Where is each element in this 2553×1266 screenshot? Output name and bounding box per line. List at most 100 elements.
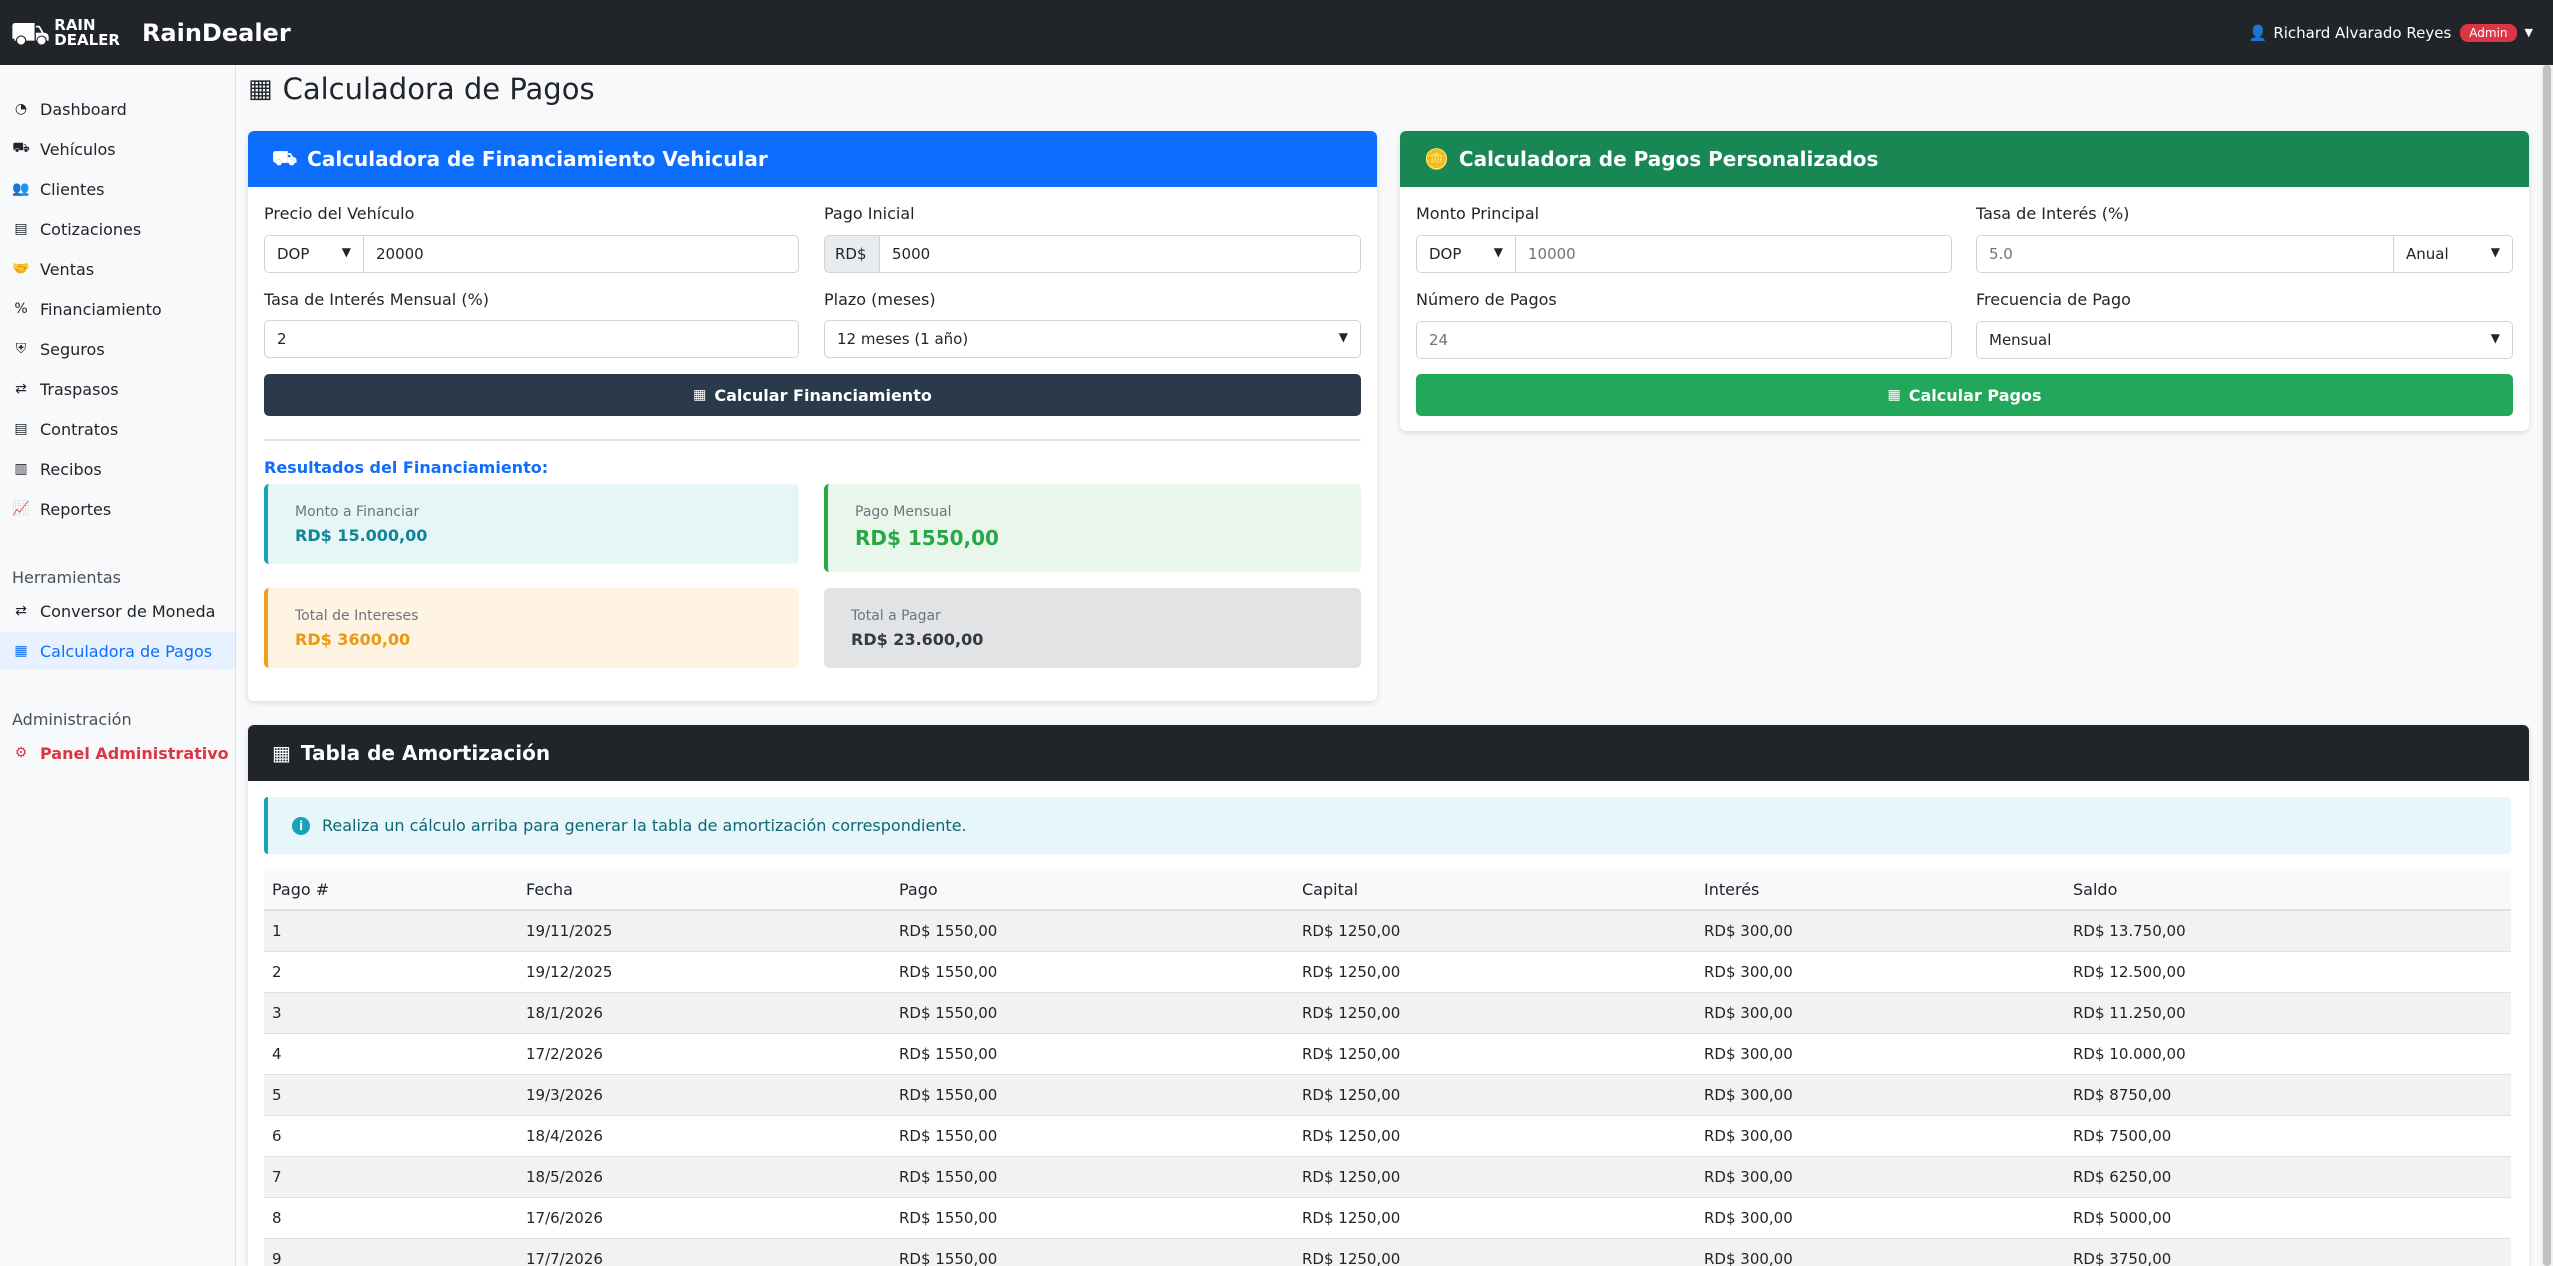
capital-cell: RD$ 1250,00 [1294, 1115, 1696, 1157]
rate-period-select[interactable]: Anual ▼ [2393, 235, 2513, 273]
price-input[interactable]: 20000 [363, 235, 799, 273]
capital-cell: RD$ 1250,00 [1294, 951, 1696, 993]
user-icon: 👤 [2248, 23, 2268, 42]
calculate-financing-button[interactable]: ▦ Calcular Financiamiento [264, 374, 1361, 416]
number-of-payments-input[interactable]: 24 [1416, 321, 1952, 359]
brand-logo: ⛟ RAIN DEALER [10, 17, 120, 49]
interest-cell: RD$ 300,00 [1696, 1197, 2065, 1239]
coins-icon: 🪙 [1424, 147, 1449, 171]
info-alert: i Realiza un cálculo arriba para generar… [264, 797, 2511, 854]
sidebar-item-seguros[interactable]: ⛨ Seguros [0, 330, 235, 368]
amount-to-finance-value: RD$ 15.000,00 [295, 526, 428, 545]
calculate-payments-button[interactable]: ▦ Calcular Pagos [1416, 374, 2513, 416]
principal-currency-select[interactable]: DOP ▼ [1416, 235, 1516, 273]
sidebar-item-vehiculos[interactable]: ⛟ Vehículos [0, 130, 235, 168]
date-cell: 17/6/2026 [518, 1197, 891, 1239]
column-header: Capital [1294, 869, 1696, 911]
admin-badge: Admin [2460, 23, 2517, 42]
shield-icon: ⛨ [15, 341, 27, 357]
scrollbar-thumb[interactable] [2543, 65, 2551, 1266]
exchange-icon: ⇄ [15, 603, 27, 619]
column-header: Interés [1696, 869, 2065, 911]
date-cell: 19/11/2025 [518, 910, 891, 952]
chevron-down-icon: ▼ [1338, 330, 1348, 344]
caret-down-icon: ▼ [2524, 26, 2533, 39]
balance-cell: RD$ 8750,00 [2065, 1074, 2511, 1116]
user-menu[interactable]: 👤 Richard Alvarado Reyes Admin ▼ [2249, 0, 2533, 65]
table-row: 5 19/3/2026 RD$ 1550,00 RD$ 1250,00 RD$ 300,… [264, 1074, 2511, 1116]
users-icon: 👥 [12, 181, 30, 197]
sidebar-item-financiamiento[interactable]: % Financiamiento [0, 290, 235, 328]
payment-number-cell: 3 [264, 992, 518, 1034]
sidebar-item-reportes[interactable]: 📈 Reportes [0, 490, 235, 528]
table-icon: ▦ [272, 741, 291, 765]
sidebar-item-clientes[interactable]: 👥 Clientes [0, 170, 235, 208]
sidebar-item-calculadora[interactable]: ▦ Calculadora de Pagos [0, 632, 235, 670]
payment-number-cell: 8 [264, 1197, 518, 1239]
custom-payments-header: 🪙 Calculadora de Pagos Personalizados [1400, 131, 2529, 187]
table-row: 1 19/11/2025 RD$ 1550,00 RD$ 1250,00 RD$ 300… [264, 910, 2511, 952]
receipt-icon: ▥ [14, 461, 28, 477]
chart-line-icon: 📈 [12, 501, 30, 517]
sidebar-item-conversor[interactable]: ⇄ Conversor de Moneda [0, 592, 235, 630]
column-header: Pago [891, 869, 1294, 911]
balance-cell: RD$ 11.250,00 [2065, 992, 2511, 1034]
logo-text: RAIN DEALER [54, 15, 120, 49]
price-label: Precio del Vehículo [264, 204, 415, 223]
down-payment-label: Pago Inicial [824, 204, 915, 223]
sidebar-item-contratos[interactable]: ▤ Contratos [0, 410, 235, 448]
vehicle-financing-card: ⛟ Calculadora de Financiamiento Vehicula… [248, 131, 1377, 701]
total-to-pay-value: RD$ 23.600,00 [851, 630, 984, 649]
monthly-rate-label: Tasa de Interés Mensual (%) [264, 290, 489, 309]
calculator-icon: ▦ [14, 643, 28, 659]
payment-cell: RD$ 1550,00 [891, 951, 1294, 993]
sidebar-item-recibos[interactable]: ▥ Recibos [0, 450, 235, 488]
down-payment-input[interactable]: 5000 [879, 235, 1361, 273]
payment-frequency-select[interactable]: Mensual ▼ [1976, 321, 2513, 359]
monthly-payment-label: Pago Mensual [855, 504, 952, 520]
monthly-rate-input[interactable]: 2 [264, 320, 799, 358]
brand-name[interactable]: RainDealer [142, 19, 291, 47]
sidebar-item-dashboard[interactable]: ◔ Dashboard [0, 90, 235, 128]
capital-cell: RD$ 1250,00 [1294, 1156, 1696, 1198]
user-gear-icon: ⚙ [14, 745, 28, 761]
balance-cell: RD$ 6250,00 [2065, 1156, 2511, 1198]
term-select[interactable]: 12 meses (1 año) ▼ [824, 320, 1361, 358]
sidebar-item-ventas[interactable]: 🤝 Ventas [0, 250, 235, 288]
sidebar-item-panel-admin[interactable]: ⚙ Panel Administrativo [0, 734, 235, 772]
calculator-icon: ▦ [248, 74, 273, 104]
table-row: 3 18/1/2026 RD$ 1550,00 RD$ 1250,00 RD$ 300,… [264, 992, 2511, 1034]
sidebar-item-traspasos[interactable]: ⇄ Traspasos [0, 370, 235, 408]
table-row: 8 17/6/2026 RD$ 1550,00 RD$ 1250,00 RD$ 300,… [264, 1197, 2511, 1239]
amortization-body: 1 19/11/2025 RD$ 1550,00 RD$ 1250,00 RD$ 300… [264, 910, 2511, 1266]
payment-cell: RD$ 1550,00 [891, 1033, 1294, 1075]
total-to-pay-box: Total a Pagar RD$ 23.600,00 [824, 588, 1361, 668]
date-cell: 18/5/2026 [518, 1156, 891, 1198]
results-title: Resultados del Financiamiento: [264, 458, 549, 477]
price-currency-select[interactable]: DOP ▼ [264, 235, 364, 273]
sidebar-item-cotizaciones[interactable]: ▤ Cotizaciones [0, 210, 235, 248]
payment-number-cell: 1 [264, 910, 518, 952]
payment-number-cell: 7 [264, 1156, 518, 1198]
payment-number-cell: 9 [264, 1238, 518, 1266]
interest-cell: RD$ 300,00 [1696, 1238, 2065, 1266]
interest-cell: RD$ 300,00 [1696, 951, 2065, 993]
payment-cell: RD$ 1550,00 [891, 910, 1294, 952]
monthly-payment-box: Pago Mensual RD$ 1550,00 [824, 484, 1361, 572]
amortization-header: ▦ Tabla de Amortización [248, 725, 2529, 781]
principal-input[interactable]: 10000 [1515, 235, 1952, 273]
table-row: 2 19/12/2025 RD$ 1550,00 RD$ 1250,00 RD$ 300… [264, 951, 2511, 993]
chevron-down-icon: ▼ [1493, 245, 1503, 259]
brand[interactable]: ⛟ RAIN DEALER RainDealer [10, 17, 291, 49]
principal-label: Monto Principal [1416, 204, 1540, 223]
date-cell: 17/7/2026 [518, 1238, 891, 1266]
date-cell: 19/3/2026 [518, 1074, 891, 1116]
page-scrollbar[interactable] [2541, 65, 2553, 1266]
interest-cell: RD$ 300,00 [1696, 1115, 2065, 1157]
payment-cell: RD$ 1550,00 [891, 1197, 1294, 1239]
interest-rate-input[interactable]: 5.0 [1976, 235, 2394, 273]
interest-rate-label: Tasa de Interés (%) [1976, 204, 2130, 223]
exchange-icon: ⇄ [15, 381, 27, 397]
payment-cell: RD$ 1550,00 [891, 1156, 1294, 1198]
chevron-down-icon: ▼ [341, 245, 351, 259]
